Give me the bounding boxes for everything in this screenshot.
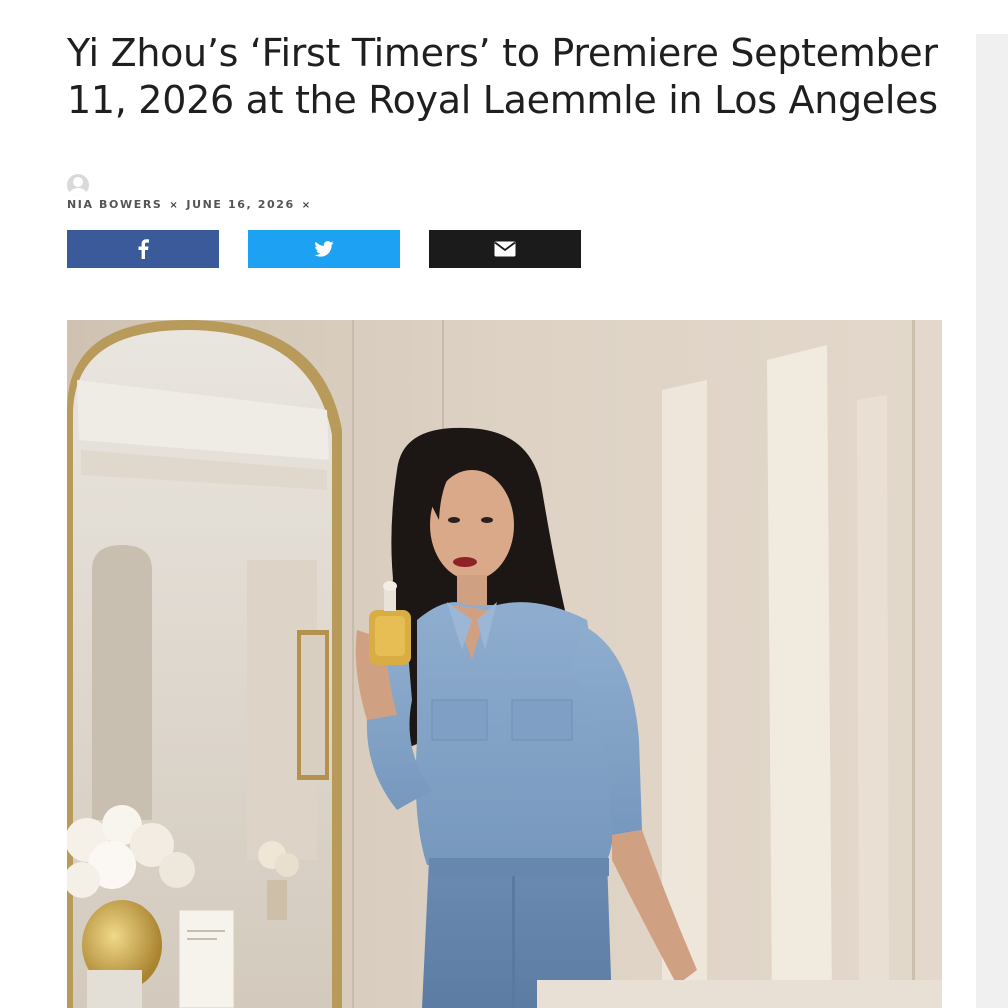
author-name[interactable]: NIA BOWERS [67, 198, 162, 211]
byline-separator-end: × [301, 200, 312, 211]
article-title: Yi Zhou’s ‘First Timers’ to Premiere Sep… [67, 31, 938, 122]
featured-image [67, 320, 942, 1008]
email-share-button[interactable] [429, 230, 581, 268]
publish-date: JUNE 16, 2026 [186, 198, 295, 211]
byline: NIA BOWERS × JUNE 16, 2026 × [67, 198, 319, 211]
byline-separator: × [169, 200, 180, 211]
facebook-share-button[interactable] [67, 230, 219, 268]
envelope-icon [494, 241, 516, 257]
twitter-share-button[interactable] [248, 230, 400, 268]
featured-photo [67, 320, 942, 1008]
author-avatar-icon[interactable] [67, 174, 89, 196]
share-bar [67, 230, 587, 268]
twitter-icon [314, 241, 334, 257]
sidebar-column [976, 34, 1008, 1008]
article-header: Yi Zhou’s ‘First Timers’ to Premiere Sep… [67, 30, 947, 268]
article-meta: NIA BOWERS × JUNE 16, 2026 × [67, 172, 467, 222]
article-page: Yi Zhou’s ‘First Timers’ to Premiere Sep… [0, 0, 1008, 1008]
facebook-icon [138, 239, 149, 259]
